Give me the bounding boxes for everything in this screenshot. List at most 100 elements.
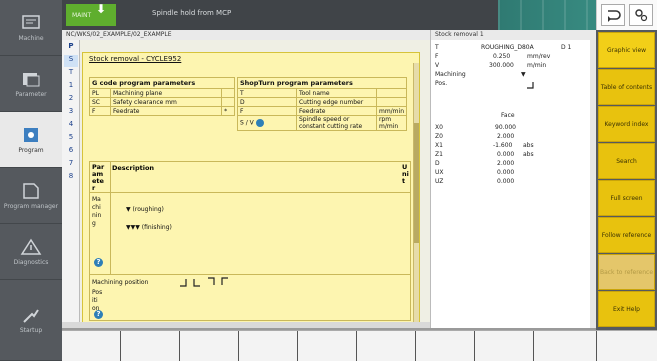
- g-code-param-table: G code program parameters PL Machining pl…: [89, 77, 235, 116]
- program-manager-icon: [23, 182, 39, 199]
- param-label: X0: [435, 124, 443, 131]
- softkey-h5[interactable]: [298, 331, 356, 361]
- help-dialog: Stock removal - CYCLE952 G code program …: [82, 52, 420, 325]
- machine-icon: [22, 14, 40, 29]
- softkey-h3[interactable]: [180, 331, 238, 361]
- scroll-thumb[interactable]: [414, 123, 419, 243]
- shopturn-param-table: ShopTurn program parameters T Tool name D…: [237, 77, 408, 131]
- softkey-full-screen[interactable]: Full screen: [598, 180, 655, 216]
- option-finishing: ▼▼▼ (finishing): [126, 224, 172, 231]
- help-icon[interactable]: [255, 119, 264, 127]
- softkey-graphic-view[interactable]: Graphic view: [598, 32, 655, 68]
- seq-item[interactable]: 7: [64, 159, 78, 171]
- softkey-keyword-index[interactable]: Keyword index: [598, 106, 655, 142]
- param-machining: Ma chi nin g: [92, 196, 102, 227]
- hmi-screen: Machine Parameter Program Program manage…: [0, 0, 657, 361]
- dialog-title[interactable]: Stock removal - CYCLE952: [89, 55, 181, 63]
- help-icon[interactable]: ?: [94, 258, 103, 267]
- seq-item[interactable]: T: [64, 68, 78, 80]
- table-row: PL Machining plane: [89, 88, 235, 98]
- softkey-h4[interactable]: [239, 331, 297, 361]
- param-value[interactable]: 2.000: [497, 160, 514, 167]
- nav-program-manager[interactable]: Program manager: [0, 168, 62, 224]
- seq-item[interactable]: P: [64, 42, 78, 54]
- param-name: PL: [89, 88, 111, 98]
- param-label: UX: [435, 169, 444, 176]
- param-name: D: [237, 97, 297, 107]
- nav-startup-label: Startup: [19, 327, 43, 334]
- seq-item[interactable]: 4: [64, 120, 78, 132]
- seq-item[interactable]: 8: [64, 172, 78, 184]
- nav-machine[interactable]: Machine: [0, 0, 62, 56]
- softkey-h6[interactable]: [357, 331, 415, 361]
- param-unit: [375, 88, 408, 98]
- divider: [90, 274, 410, 275]
- horizontal-softkey-bar: [62, 330, 657, 361]
- program-sequence-column: P S T 1 2 3 4 5 6 7 8: [62, 40, 80, 328]
- program-icon: [24, 127, 38, 142]
- g-code-header: G code program parameters: [89, 77, 235, 89]
- softkey-h1[interactable]: [62, 331, 120, 361]
- softkey-follow-reference[interactable]: Follow reference: [598, 217, 655, 253]
- mode-indicator[interactable]: MAINT: [66, 4, 116, 26]
- param-label: D: [435, 160, 440, 167]
- param-unit: m/min: [527, 62, 547, 69]
- param-value[interactable]: 0.000: [497, 178, 514, 185]
- position-icon[interactable]: [525, 80, 539, 90]
- param-unit: mm/min: [375, 106, 408, 116]
- softkey-h8[interactable]: [475, 331, 533, 361]
- softkey-divider: [596, 331, 597, 361]
- param-value[interactable]: 2.000: [497, 133, 514, 140]
- param-value[interactable]: -1.600: [493, 142, 512, 149]
- param-value[interactable]: 90.000: [495, 124, 516, 131]
- etc-button[interactable]: [629, 4, 653, 26]
- param-name: F: [237, 106, 297, 116]
- param-label: Z1: [435, 151, 443, 158]
- param-value[interactable]: 0.000: [497, 169, 514, 176]
- dialog-scrollbar[interactable]: [413, 63, 419, 325]
- mouse-pointer-icon: ⬇: [96, 2, 107, 16]
- context-title: Stock removal 1: [430, 30, 596, 40]
- seq-item[interactable]: 2: [64, 94, 78, 106]
- softkey-h2[interactable]: [121, 331, 179, 361]
- param-value[interactable]: Face: [501, 112, 515, 119]
- seq-item[interactable]: S: [64, 55, 78, 67]
- param-value[interactable]: 300.000: [489, 62, 514, 69]
- left-nav-bar: Machine Parameter Program Program manage…: [0, 0, 62, 361]
- param-label: Z0: [435, 133, 443, 140]
- param-label: Pos.: [435, 80, 448, 87]
- softkey-search[interactable]: Search: [598, 143, 655, 179]
- param-unit: [375, 97, 408, 107]
- vertical-softkey-bar: Graphic view Table of contents Keyword i…: [596, 30, 657, 330]
- nav-program-label: Program: [18, 146, 44, 154]
- table-row: S / V Spindle speed or constant cutting …: [237, 115, 408, 131]
- param-name: T: [237, 88, 297, 98]
- param-unit: [221, 88, 235, 98]
- param-label: X1: [435, 142, 443, 149]
- seq-item[interactable]: 3: [64, 107, 78, 119]
- header-parameter: Par am ete r: [92, 163, 105, 192]
- param-label: UZ: [435, 178, 444, 185]
- nav-parameter-label: Parameter: [15, 90, 47, 98]
- param-value[interactable]: ROUGHING_D80A: [481, 44, 534, 51]
- nav-diagnostics[interactable]: Diagnostics: [0, 224, 62, 280]
- softkey-h7[interactable]: [416, 331, 474, 361]
- recall-button[interactable]: [601, 4, 625, 26]
- softkey-h9[interactable]: [534, 331, 592, 361]
- param-unit: *: [221, 106, 235, 116]
- seq-item[interactable]: 6: [64, 146, 78, 158]
- top-right-buttons: [596, 0, 657, 30]
- softkey-table-of-contents[interactable]: Table of contents: [598, 69, 655, 105]
- nav-startup[interactable]: Startup: [0, 280, 62, 361]
- nav-program[interactable]: Program: [0, 112, 62, 168]
- param-unit: [221, 97, 235, 107]
- param-unit: abs: [523, 151, 534, 158]
- seq-item[interactable]: 1: [64, 81, 78, 93]
- help-icon[interactable]: ?: [94, 310, 103, 319]
- param-unit: mm/rev: [527, 53, 551, 60]
- softkey-exit-help[interactable]: Exit Help: [598, 291, 655, 327]
- seq-item[interactable]: 5: [64, 133, 78, 145]
- nav-parameter[interactable]: Parameter: [0, 56, 62, 112]
- param-value[interactable]: 0.250: [493, 53, 510, 60]
- param-value[interactable]: 0.000: [497, 151, 514, 158]
